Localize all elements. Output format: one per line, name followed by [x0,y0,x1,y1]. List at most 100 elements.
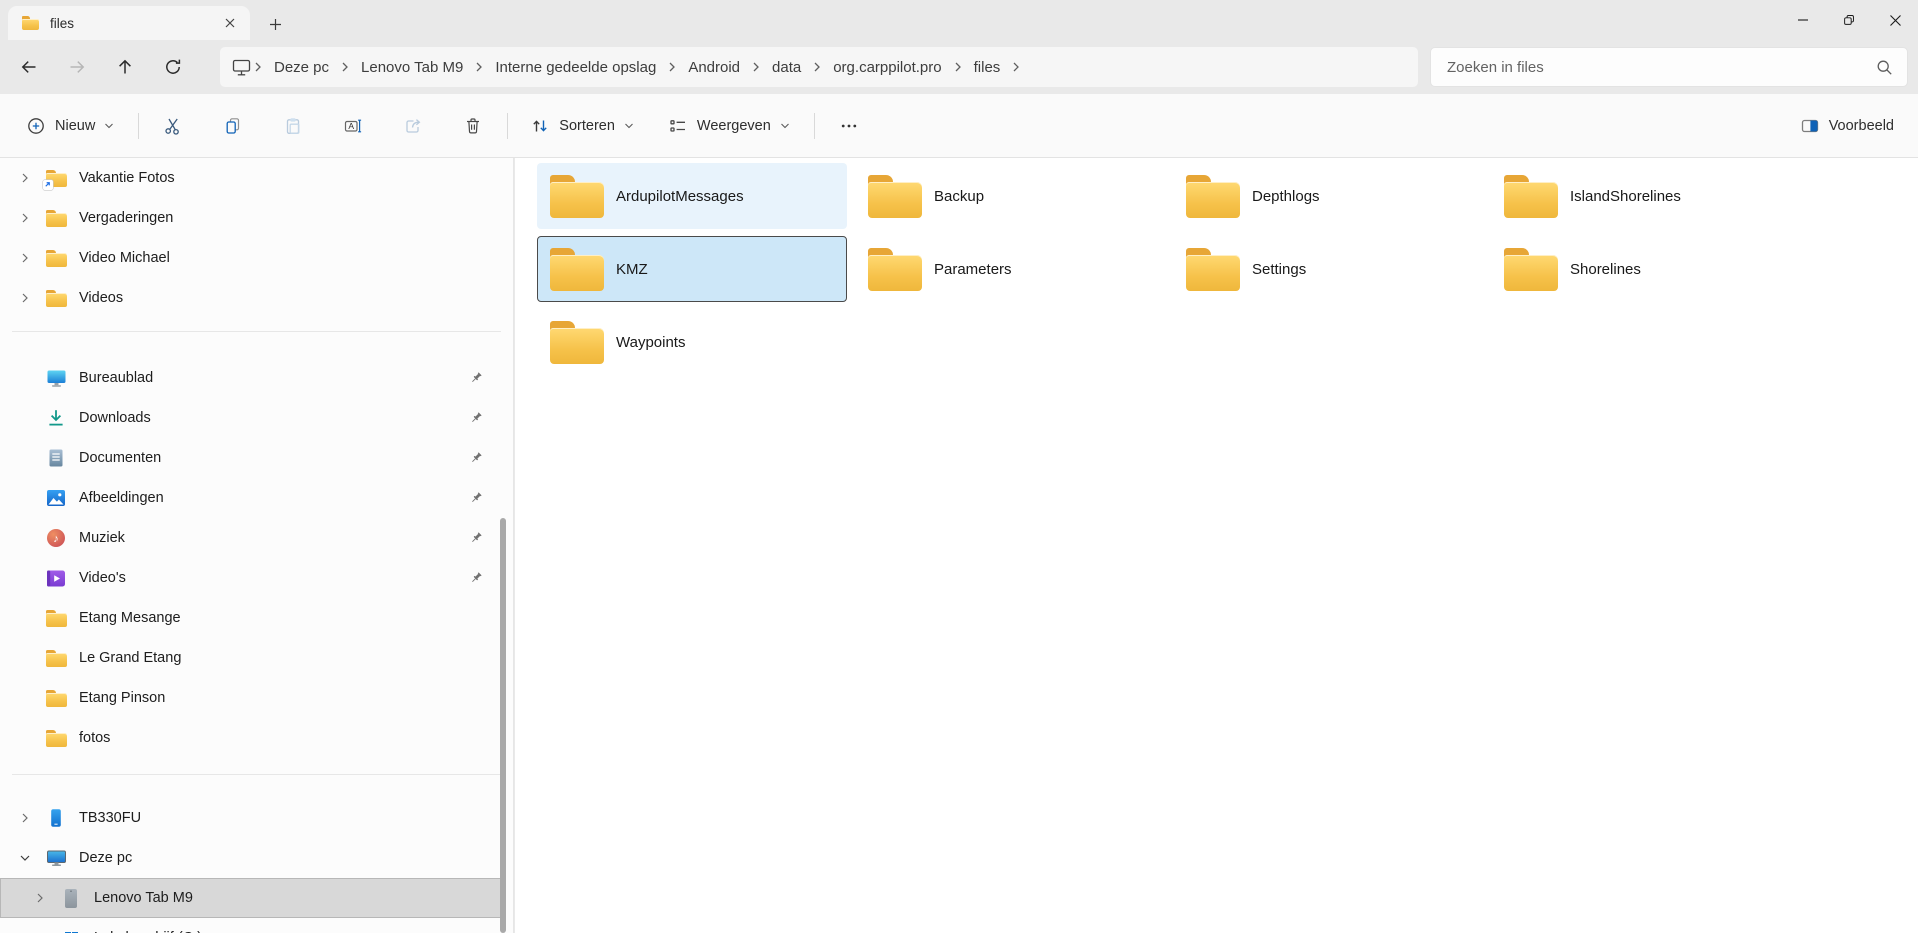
sort-button[interactable]: Sorteren [520,106,644,146]
folder-tile-shorelines[interactable]: Shorelines [1491,236,1801,302]
navigation-bar: Deze pc Lenovo Tab M9 Interne gedeelde o… [0,40,1918,94]
folder-icon [1504,248,1558,291]
sidebar-item-vergaderingen[interactable]: Vergaderingen [0,198,501,238]
cut-icon [163,116,183,136]
sidebar-item-downloads[interactable]: Downloads [0,398,501,438]
chevron-right-icon[interactable] [18,251,32,265]
pin-icon [469,531,483,545]
folder-tile-depthlogs[interactable]: Depthlogs [1173,163,1483,229]
sidebar-item-le-grand-etang[interactable]: Le Grand Etang [0,638,501,678]
sidebar-item-lenovo-tab-m9[interactable]: Lenovo Tab M9 [0,878,501,918]
files-pane: ArdupilotMessages Backup Depthlogs Islan… [515,158,1918,933]
chevron-right-icon[interactable] [18,171,32,185]
search-input[interactable] [1447,59,1876,76]
tab-files[interactable]: files [8,6,250,40]
rename-button[interactable]: A [333,106,373,146]
chevron-right-icon[interactable] [18,811,32,825]
restore-button[interactable] [1826,0,1872,40]
tab-title: files [50,16,218,31]
sidebar-item-muziek[interactable]: ♪ Muziek [0,518,501,558]
sidebar-item-etang-pinson[interactable]: Etang Pinson [0,678,501,718]
copy-button[interactable] [213,106,253,146]
breadcrumb-item[interactable]: org.carppilot.pro [824,55,950,80]
folder-icon [550,321,604,364]
svg-text:♪: ♪ [53,533,59,545]
folder-shortcut-icon [44,167,68,189]
breadcrumb-item[interactable]: Deze pc [265,55,338,80]
sidebar-item-afbeeldingen[interactable]: Afbeeldingen [0,478,501,518]
forward-button[interactable] [60,50,94,84]
folder-tile-islandshorelines[interactable]: IslandShorelines [1491,163,1801,229]
sidebar-item-documenten[interactable]: Documenten [0,438,501,478]
command-bar: Nieuw A Sorteren Weergev [0,94,1918,158]
view-button[interactable]: Weergeven [658,106,800,146]
chevron-down-icon [624,123,634,129]
breadcrumb-chevron-icon [1009,61,1023,73]
sidebar-scrollbar[interactable] [500,518,506,933]
more-icon [839,116,859,136]
chevron-right-icon[interactable] [18,211,32,225]
sidebar-item-lokale-schijf[interactable]: Lokale schijf (C:) [0,918,501,933]
pin-icon [469,571,483,585]
folder-tile-backup[interactable]: Backup [855,163,1165,229]
close-button[interactable] [1872,0,1918,40]
minimize-button[interactable] [1780,0,1826,40]
sidebar-item-videos[interactable]: Video's [0,558,501,598]
folder-tile-kmz[interactable]: KMZ [537,236,847,302]
breadcrumb-item[interactable]: files [965,55,1010,80]
sidebar-item-vakantie-fotos[interactable]: Vakantie Fotos [0,158,501,198]
sidebar-item-tb330fu[interactable]: TB330FU [0,798,501,838]
chevron-down-icon[interactable] [18,851,32,865]
plus-circle-icon [26,116,46,136]
sidebar-item-bureaublad[interactable]: Bureaublad [0,358,501,398]
folder-icon [1186,175,1240,218]
folder-tile-waypoints[interactable]: Waypoints [537,309,847,375]
delete-button[interactable] [453,106,493,146]
breadcrumb-chevron-icon [951,61,965,73]
breadcrumb-chevron-icon [338,61,352,73]
chevron-right-icon[interactable] [18,291,32,305]
sidebar-item-etang-mesange[interactable]: Etang Mesange [0,598,501,638]
paste-button[interactable] [273,106,313,146]
folder-tile-ardupilotmessages[interactable]: ArdupilotMessages [537,163,847,229]
new-tab-button[interactable] [262,11,288,37]
navigation-pane: Vakantie Fotos Vergaderingen Video Micha… [0,158,514,933]
window-controls [1780,0,1918,40]
sidebar-item-video-michael[interactable]: Video Michael [0,238,501,278]
folder-tile-parameters[interactable]: Parameters [855,236,1165,302]
share-button[interactable] [393,106,433,146]
preview-button[interactable]: Voorbeeld [1790,106,1904,146]
desktop-icon [44,367,68,389]
breadcrumb-chevron-icon [749,61,763,73]
breadcrumb-item[interactable]: data [763,55,810,80]
sidebar-divider [12,331,501,332]
sidebar-item-videos-tree[interactable]: Videos [0,278,501,318]
folder-icon [550,175,604,218]
arrow-right-icon [67,57,87,77]
tab-close-button[interactable] [218,11,242,35]
downloads-icon [44,407,68,429]
cut-button[interactable] [153,106,193,146]
chevron-right-icon[interactable] [33,891,47,905]
folder-icon [550,248,604,291]
sidebar-item-deze-pc[interactable]: Deze pc [0,838,501,878]
folder-tile-settings[interactable]: Settings [1173,236,1483,302]
breadcrumb-item[interactable]: Interne gedeelde opslag [486,55,665,80]
chevron-down-icon [780,123,790,129]
breadcrumb-item[interactable]: Lenovo Tab M9 [352,55,472,80]
folder-icon [44,247,68,269]
close-icon [224,17,236,29]
toolbar-separator [814,113,815,139]
pin-icon [469,371,483,385]
more-button[interactable] [829,106,869,146]
close-icon [1889,14,1902,27]
breadcrumb-item[interactable]: Android [679,55,749,80]
folder-icon [868,248,922,291]
back-button[interactable] [12,50,46,84]
folder-icon [44,207,68,229]
up-button[interactable] [108,50,142,84]
documents-icon [44,447,68,469]
sidebar-item-fotos[interactable]: fotos [0,718,501,758]
refresh-button[interactable] [156,50,190,84]
new-button[interactable]: Nieuw [16,106,124,146]
